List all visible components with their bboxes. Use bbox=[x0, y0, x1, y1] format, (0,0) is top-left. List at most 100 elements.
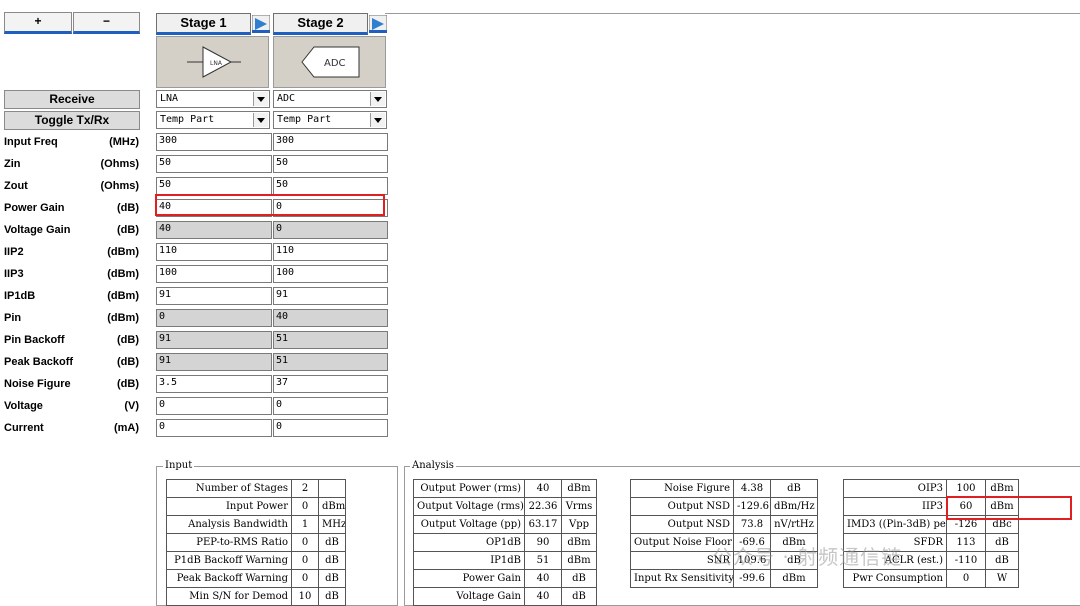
table-row: Voltage Gain 40 dB bbox=[413, 587, 597, 606]
metric-value: 63.17 bbox=[524, 515, 562, 534]
stage-value-field[interactable]: 100 bbox=[273, 265, 388, 283]
metric-unit: dBm bbox=[561, 551, 597, 570]
metric-unit: dBm/Hz bbox=[770, 497, 818, 516]
row-unit: (dB) bbox=[117, 224, 139, 236]
metric-label: Input Power bbox=[166, 497, 292, 516]
table-row: PEP-to-RMS Ratio 0 dB bbox=[166, 533, 346, 552]
metric-value: 113 bbox=[946, 533, 986, 552]
stage-header[interactable]: Stage 2 bbox=[273, 13, 368, 35]
metric-value[interactable]: 0 bbox=[291, 551, 319, 570]
stage-value-field[interactable]: 0 bbox=[156, 397, 272, 415]
chevron-down-icon[interactable] bbox=[253, 113, 268, 127]
stage-value-field[interactable]: 50 bbox=[156, 155, 272, 173]
table-row: IP1dB 51 dBm bbox=[413, 551, 597, 570]
chevron-down-icon[interactable] bbox=[370, 113, 385, 127]
metric-value: 51 bbox=[524, 551, 562, 570]
analysis-group-title: Analysis bbox=[410, 460, 456, 471]
stage-value-field[interactable]: 100 bbox=[156, 265, 272, 283]
row-label: Voltage Gain bbox=[4, 224, 71, 236]
metric-value: -129.6 bbox=[733, 497, 771, 516]
table-row: OIP3 100 dBm bbox=[843, 479, 1019, 498]
row-unit: (dB) bbox=[117, 334, 139, 346]
table-row: Input Power 0 dBm bbox=[166, 497, 346, 516]
stage-value-field[interactable]: 0 bbox=[273, 397, 388, 415]
stage-value-field: 91 bbox=[156, 331, 272, 349]
iip3-highlight bbox=[946, 496, 1072, 520]
stage-value-field: 91 bbox=[156, 353, 272, 371]
chevron-down-icon[interactable] bbox=[253, 92, 268, 106]
part-select[interactable]: LNA bbox=[156, 90, 270, 108]
metric-unit: dB bbox=[561, 569, 597, 588]
part-select[interactable]: ADC bbox=[273, 90, 387, 108]
stage-value-field[interactable]: 110 bbox=[273, 243, 388, 261]
metric-label: Peak Backoff Warning bbox=[166, 569, 292, 588]
stage-arrow-icon[interactable] bbox=[251, 14, 271, 34]
row-unit: (dB) bbox=[117, 378, 139, 390]
svg-text:ADC: ADC bbox=[324, 58, 346, 69]
metric-label: IP1dB bbox=[413, 551, 525, 570]
receive-button[interactable]: Receive bbox=[4, 90, 140, 109]
metric-value[interactable]: 0 bbox=[291, 533, 319, 552]
row-unit: (V) bbox=[124, 400, 139, 412]
stage-value-field[interactable]: 91 bbox=[273, 287, 388, 305]
metric-unit: dBm bbox=[318, 497, 346, 516]
metric-value: 100 bbox=[946, 479, 986, 498]
row-unit: (mA) bbox=[113, 422, 139, 434]
metric-label: Number of Stages bbox=[166, 479, 292, 498]
metric-value[interactable]: 1 bbox=[291, 515, 319, 534]
stage-header[interactable]: Stage 1 bbox=[156, 13, 251, 35]
metric-value: 73.8 bbox=[733, 515, 771, 534]
stage-value-field: 40 bbox=[156, 221, 272, 239]
metric-value[interactable]: 0 bbox=[291, 497, 319, 516]
stage-arrow-icon[interactable] bbox=[368, 14, 388, 34]
stage-value-field[interactable]: 50 bbox=[273, 155, 388, 173]
svg-text:LNA: LNA bbox=[210, 60, 223, 67]
stage-value-field[interactable]: 50 bbox=[273, 177, 388, 195]
table-row: Output Voltage (rms) 22.36 Vrms bbox=[413, 497, 597, 516]
stage-value-field[interactable]: 37 bbox=[273, 375, 388, 393]
row-unit: (dB) bbox=[117, 202, 139, 214]
row-label: Pin bbox=[4, 312, 22, 324]
adc-converter-icon: ADC bbox=[273, 36, 386, 88]
metric-value: -99.6 bbox=[733, 569, 771, 588]
stage-value-field[interactable]: 0 bbox=[273, 419, 388, 437]
metric-value[interactable]: 0 bbox=[291, 569, 319, 588]
metric-label: P1dB Backoff Warning bbox=[166, 551, 292, 570]
add-stage-button[interactable]: + bbox=[4, 12, 72, 34]
part-type-select[interactable]: Temp Part bbox=[273, 111, 387, 129]
row-label: Pin Backoff bbox=[4, 334, 65, 346]
table-row: P1dB Backoff Warning 0 dB bbox=[166, 551, 346, 570]
stage-value-field[interactable]: 300 bbox=[156, 133, 272, 151]
stage-value-field[interactable]: 0 bbox=[156, 419, 272, 437]
metric-unit: dB bbox=[561, 587, 597, 606]
top-divider bbox=[385, 13, 1080, 14]
remove-stage-button[interactable]: − bbox=[73, 12, 140, 34]
metric-unit: dBm bbox=[561, 479, 597, 498]
stage-value-field[interactable]: 50 bbox=[156, 177, 272, 195]
part-type-select[interactable]: Temp Part bbox=[156, 111, 270, 129]
stage-value-field[interactable]: 300 bbox=[273, 133, 388, 151]
input-group-title: Input bbox=[163, 460, 195, 471]
metric-label: Output NSD bbox=[630, 515, 734, 534]
stage-value-field[interactable]: 110 bbox=[156, 243, 272, 261]
metric-value[interactable]: 10 bbox=[291, 587, 319, 606]
metric-label: PEP-to-RMS Ratio bbox=[166, 533, 292, 552]
metric-label: IIP3 bbox=[843, 497, 947, 516]
metric-value: -110 bbox=[946, 551, 986, 570]
metric-value: 40 bbox=[524, 479, 562, 498]
metric-unit: dBm bbox=[985, 479, 1019, 498]
stage-value-field[interactable]: 3.5 bbox=[156, 375, 272, 393]
metric-value[interactable]: 2 bbox=[291, 479, 319, 498]
table-row: Output NSD -129.6 dBm/Hz bbox=[630, 497, 818, 516]
table-row: Output Voltage (pp) 63.17 Vpp bbox=[413, 515, 597, 534]
metric-value: 0 bbox=[946, 569, 986, 588]
metric-unit: MHz bbox=[318, 515, 346, 534]
toggle-tx-rx-button[interactable]: Toggle Tx/Rx bbox=[4, 111, 140, 130]
metric-value: 22.36 bbox=[524, 497, 562, 516]
stage-value-field[interactable]: 91 bbox=[156, 287, 272, 305]
metric-label: Output Voltage (pp) bbox=[413, 515, 525, 534]
row-unit: (dBm) bbox=[107, 290, 139, 302]
metric-label: Min S/N for Demod bbox=[166, 587, 292, 606]
chevron-down-icon[interactable] bbox=[370, 92, 385, 106]
metric-label: Analysis Bandwidth bbox=[166, 515, 292, 534]
